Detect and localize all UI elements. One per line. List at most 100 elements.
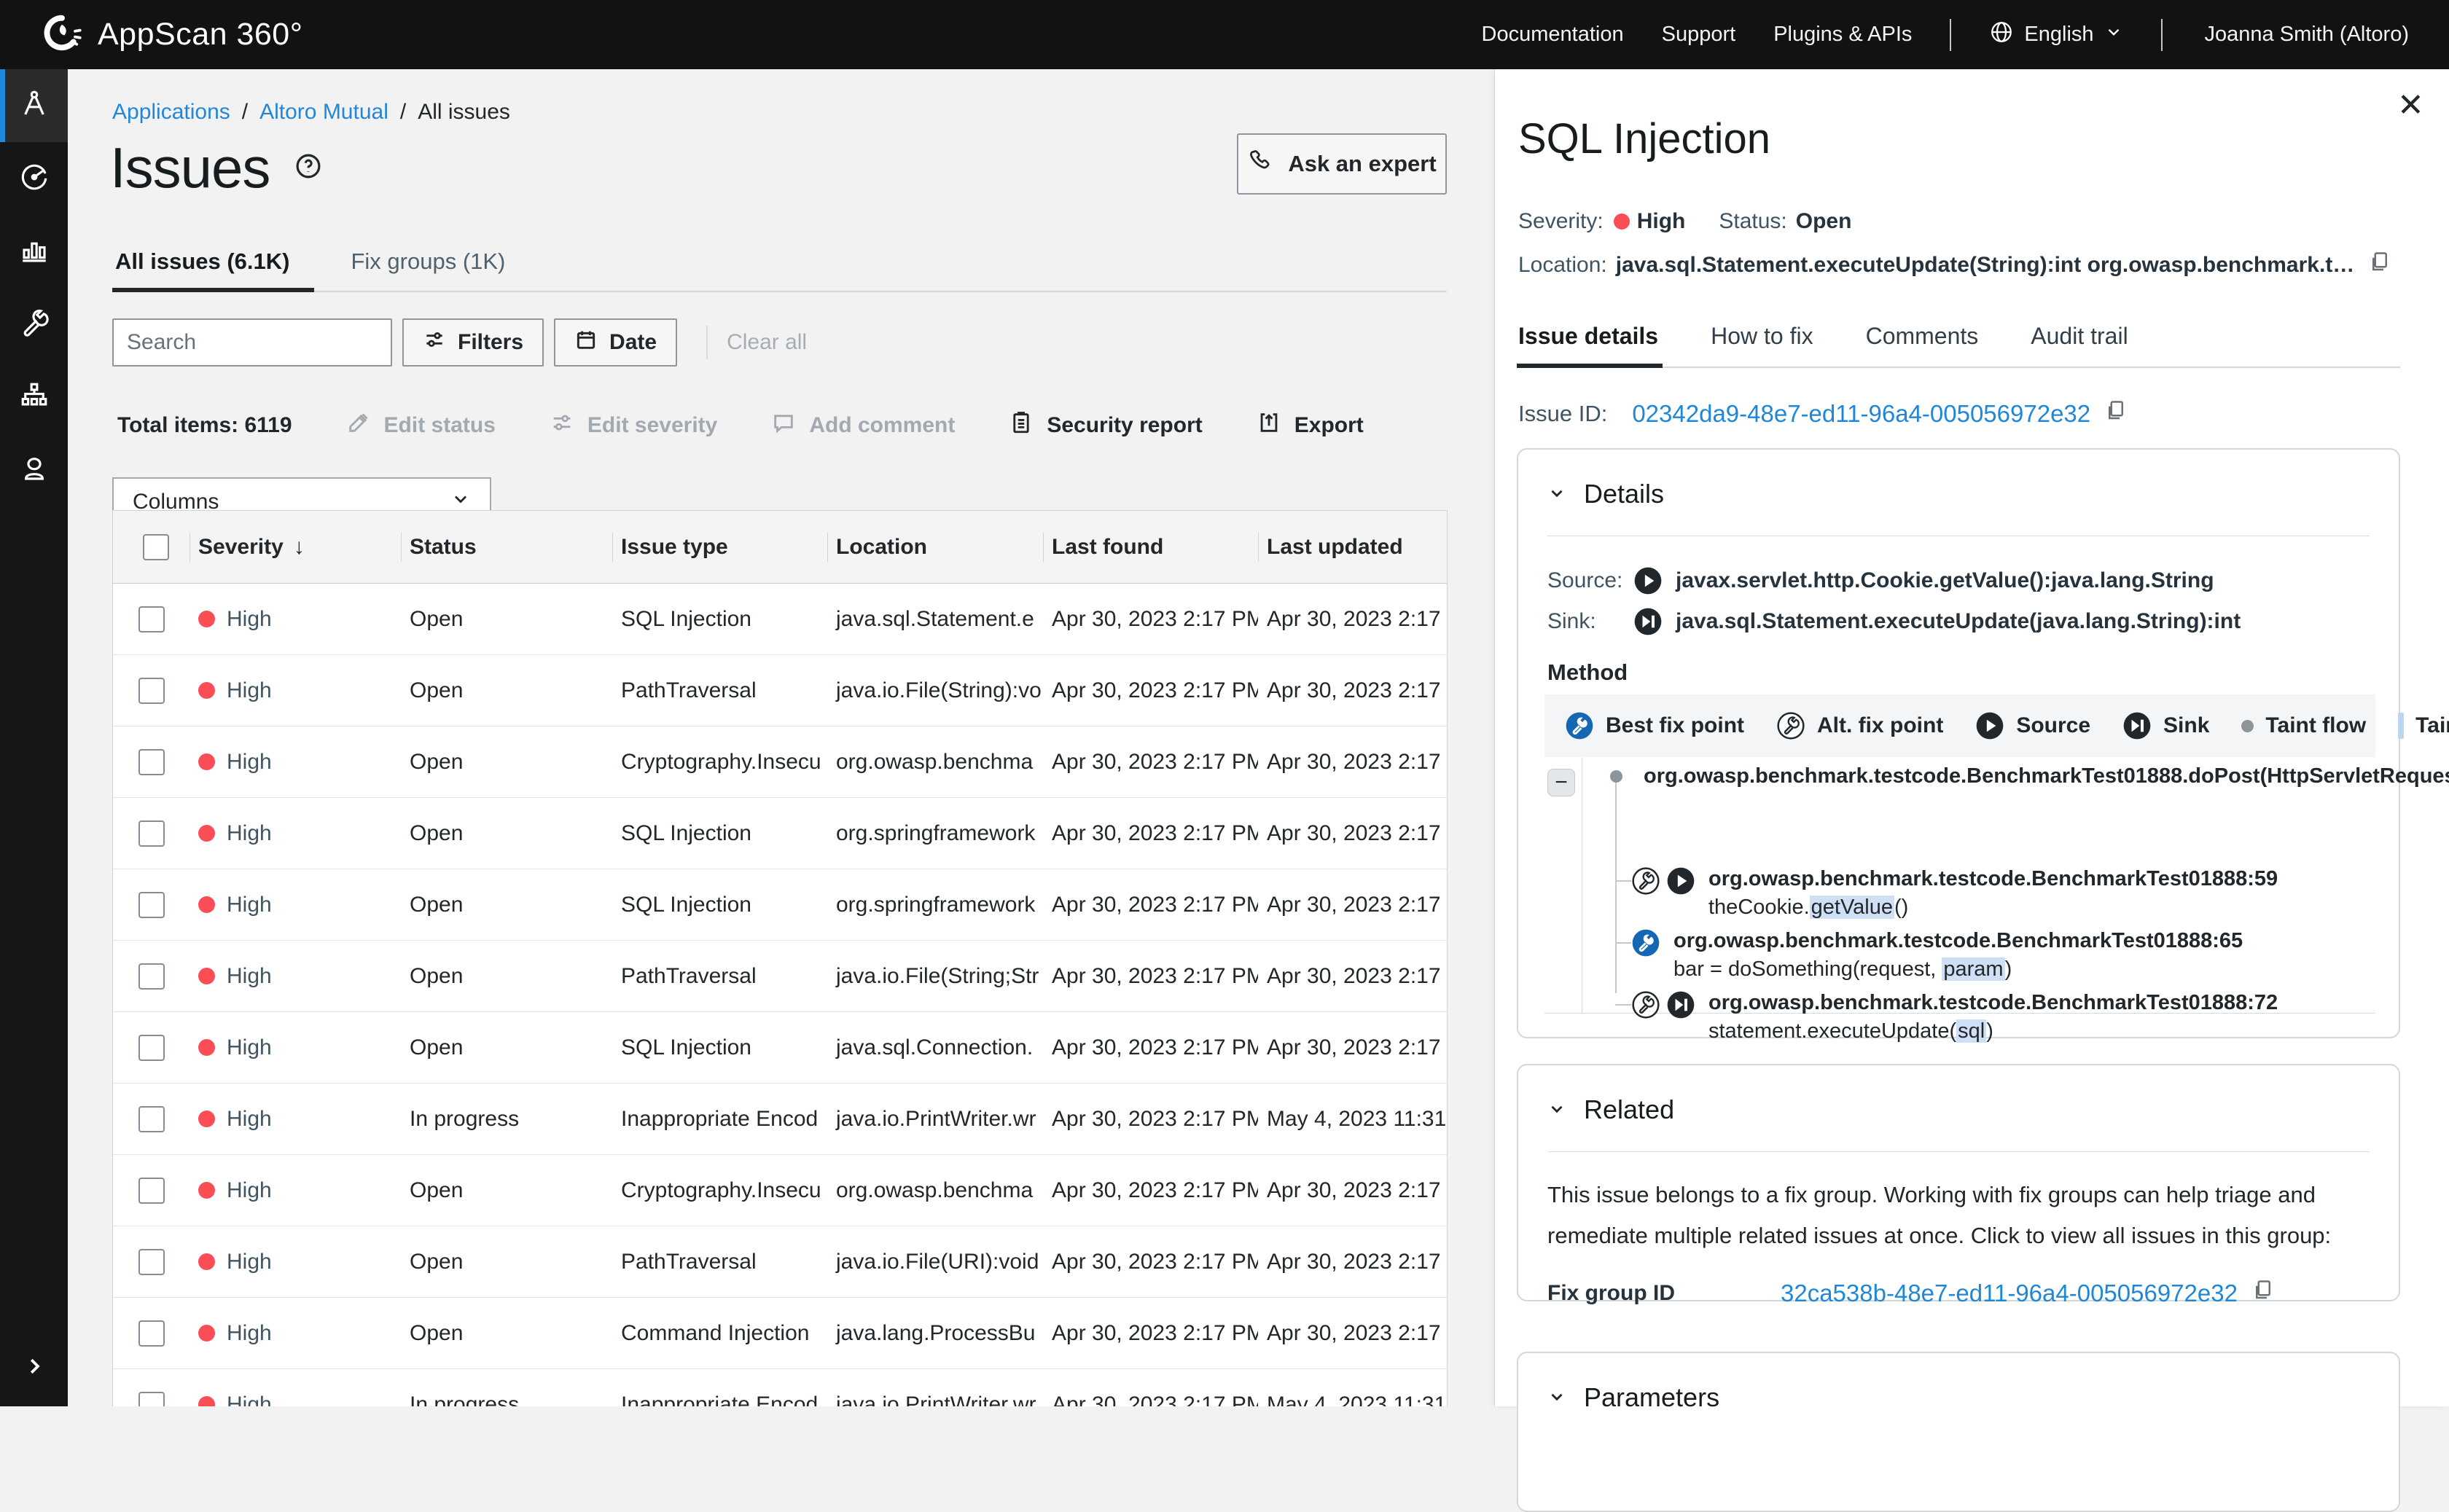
trace-node[interactable]: org.owasp.benchmark.testcode.BenchmarkTe… (1631, 927, 2243, 984)
tab-all-issues[interactable]: All issues (6.1K) (112, 238, 314, 291)
header-issue-type[interactable]: Issue type (612, 511, 827, 583)
location-value: java.lang.ProcessBu (827, 1321, 1043, 1346)
nav-support[interactable]: Support (1662, 23, 1736, 47)
table-row[interactable]: High Open PathTraversal java.io.File(Str… (113, 941, 1447, 1012)
row-checkbox[interactable] (138, 1106, 165, 1132)
severity-status-row: Severity: High Status: Open (1518, 209, 1851, 234)
edit-severity-button[interactable]: Edit severity (550, 410, 717, 441)
header-last-updated[interactable]: Last updated (1258, 511, 1448, 583)
sidebar-item-applications[interactable] (0, 69, 68, 142)
tab-fix-groups[interactable]: Fix groups (1K) (348, 238, 530, 291)
row-checkbox[interactable] (138, 606, 165, 632)
status-value: Open (401, 893, 612, 917)
row-checkbox[interactable] (138, 749, 165, 775)
trace-node[interactable]: org.owasp.benchmark.testcode.BenchmarkTe… (1631, 989, 2278, 1046)
sidebar-item-account[interactable] (0, 434, 68, 506)
nav-plugins-apis[interactable]: Plugins & APIs (1773, 23, 1912, 47)
header-status[interactable]: Status (401, 511, 612, 583)
issue-type-value: SQL Injection (612, 821, 827, 846)
tab-comments[interactable]: Comments (1864, 311, 1983, 367)
severity-dot-high (198, 968, 215, 984)
header-last-found[interactable]: Last found (1043, 511, 1258, 583)
breadcrumb-altoro-mutual[interactable]: Altoro Mutual (259, 100, 388, 125)
language-selector[interactable]: English (1989, 20, 2122, 50)
clear-all-button[interactable]: Clear all (706, 326, 807, 359)
sidebar-item-scans[interactable] (0, 142, 68, 215)
copy-icon[interactable] (2105, 399, 2127, 429)
issue-type-value: Inappropriate Encod (612, 1392, 827, 1407)
breadcrumb-applications[interactable]: Applications (112, 100, 230, 125)
copy-icon[interactable] (2252, 1278, 2274, 1309)
tab-issue-details[interactable]: Issue details (1517, 311, 1663, 367)
sink-row: Sink: java.sql.Statement.executeUpdate(j… (1547, 607, 2241, 636)
status-value: In progress (401, 1107, 612, 1132)
row-checkbox[interactable] (138, 1249, 165, 1275)
header-location[interactable]: Location (827, 511, 1043, 583)
trace-node[interactable]: org.owasp.benchmark.testcode.BenchmarkTe… (1631, 865, 2278, 922)
close-icon[interactable]: ✕ (2397, 90, 2424, 122)
severity-value: High (227, 893, 272, 917)
tab-audit-trail[interactable]: Audit trail (2029, 311, 2132, 367)
divider (2161, 19, 2163, 51)
table-row[interactable]: High Open PathTraversal java.io.File(URI… (113, 1226, 1447, 1298)
search-input[interactable] (127, 330, 408, 355)
severity-value: High (227, 1250, 272, 1274)
table-row[interactable]: High Open Cryptography.Insecu org.owasp.… (113, 1155, 1447, 1226)
security-report-button[interactable]: Security report (1009, 410, 1202, 441)
taint-data-icon (2398, 713, 2404, 739)
row-checkbox[interactable] (138, 963, 165, 990)
tab-how-to-fix[interactable]: How to fix (1709, 311, 1817, 367)
row-checkbox[interactable] (138, 678, 165, 704)
row-checkbox[interactable] (138, 1320, 165, 1347)
parameters-card: Parameters (1517, 1352, 2400, 1512)
table-row[interactable]: High Open Cryptography.Insecu org.owasp.… (113, 726, 1447, 798)
sidebar-item-reports[interactable] (0, 215, 68, 288)
date-button[interactable]: Date (554, 318, 677, 367)
nav-documentation[interactable]: Documentation (1482, 23, 1624, 47)
table-row[interactable]: High Open SQL Injection java.sql.Connect… (113, 1012, 1447, 1084)
source-icon (1666, 866, 1695, 896)
collapse-trace-button[interactable]: − (1547, 769, 1575, 796)
alt-fix-point-icon (1631, 990, 1660, 1019)
sidebar-item-fixes[interactable] (0, 288, 68, 361)
filters-button[interactable]: Filters (402, 318, 544, 367)
row-checkbox[interactable] (138, 1178, 165, 1204)
table-row[interactable]: High Open Command Injection java.lang.Pr… (113, 1298, 1447, 1369)
issue-type-value: PathTraversal (612, 1250, 827, 1274)
alt-fix-point-icon (1631, 866, 1660, 896)
table-row[interactable]: High Open SQL Injection org.springframew… (113, 869, 1447, 941)
severity-value: High (227, 1178, 272, 1203)
sidebar-item-organization[interactable] (0, 361, 68, 434)
table-row[interactable]: High Open SQL Injection java.sql.Stateme… (113, 584, 1447, 655)
issue-id-link[interactable]: 02342da9-48e7-ed11-96a4-005056972e32 (1632, 400, 2090, 428)
export-button[interactable]: Export (1257, 410, 1364, 441)
help-icon[interactable] (294, 152, 322, 184)
edit-status-button[interactable]: Edit status (346, 410, 496, 441)
last-updated-value: May 4, 2023 11:31 AM (1258, 1392, 1448, 1407)
user-menu[interactable]: Joanna Smith (Altoro) (2205, 23, 2409, 47)
table-row[interactable]: High Open PathTraversal java.io.File(Str… (113, 655, 1447, 726)
copy-icon[interactable] (2369, 250, 2391, 281)
location-value: java.sql.Connection. (827, 1035, 1043, 1060)
fix-group-id-link[interactable]: 32ca538b-48e7-ed11-96a4-005056972e32 (1781, 1280, 2238, 1307)
related-header[interactable]: Related (1518, 1065, 2399, 1125)
chevron-down-icon (1547, 1382, 1566, 1413)
row-checkbox[interactable] (138, 1392, 165, 1407)
details-header[interactable]: Details (1518, 450, 2399, 509)
status-value: Open (401, 1250, 612, 1274)
row-checkbox[interactable] (138, 820, 165, 847)
add-comment-button[interactable]: Add comment (771, 410, 955, 441)
ask-an-expert-button[interactable]: Ask an expert (1237, 133, 1447, 195)
table-row[interactable]: High In progress Inappropriate Encod jav… (113, 1084, 1447, 1155)
header-severity[interactable]: Severity ↓ (190, 511, 401, 583)
row-checkbox[interactable] (138, 892, 165, 918)
table-row[interactable]: High Open SQL Injection org.springframew… (113, 798, 1447, 869)
row-checkbox[interactable] (138, 1035, 165, 1061)
search-box[interactable] (112, 318, 392, 367)
select-all-checkbox[interactable] (143, 534, 169, 560)
table-row[interactable]: High In progress Inappropriate Encod jav… (113, 1369, 1447, 1406)
last-found-value: Apr 30, 2023 2:17 PM (1043, 678, 1258, 703)
sidebar-expand-button[interactable] (0, 1342, 68, 1393)
parameters-header[interactable]: Parameters (1518, 1353, 2399, 1413)
chevron-down-icon (1547, 1094, 1566, 1125)
